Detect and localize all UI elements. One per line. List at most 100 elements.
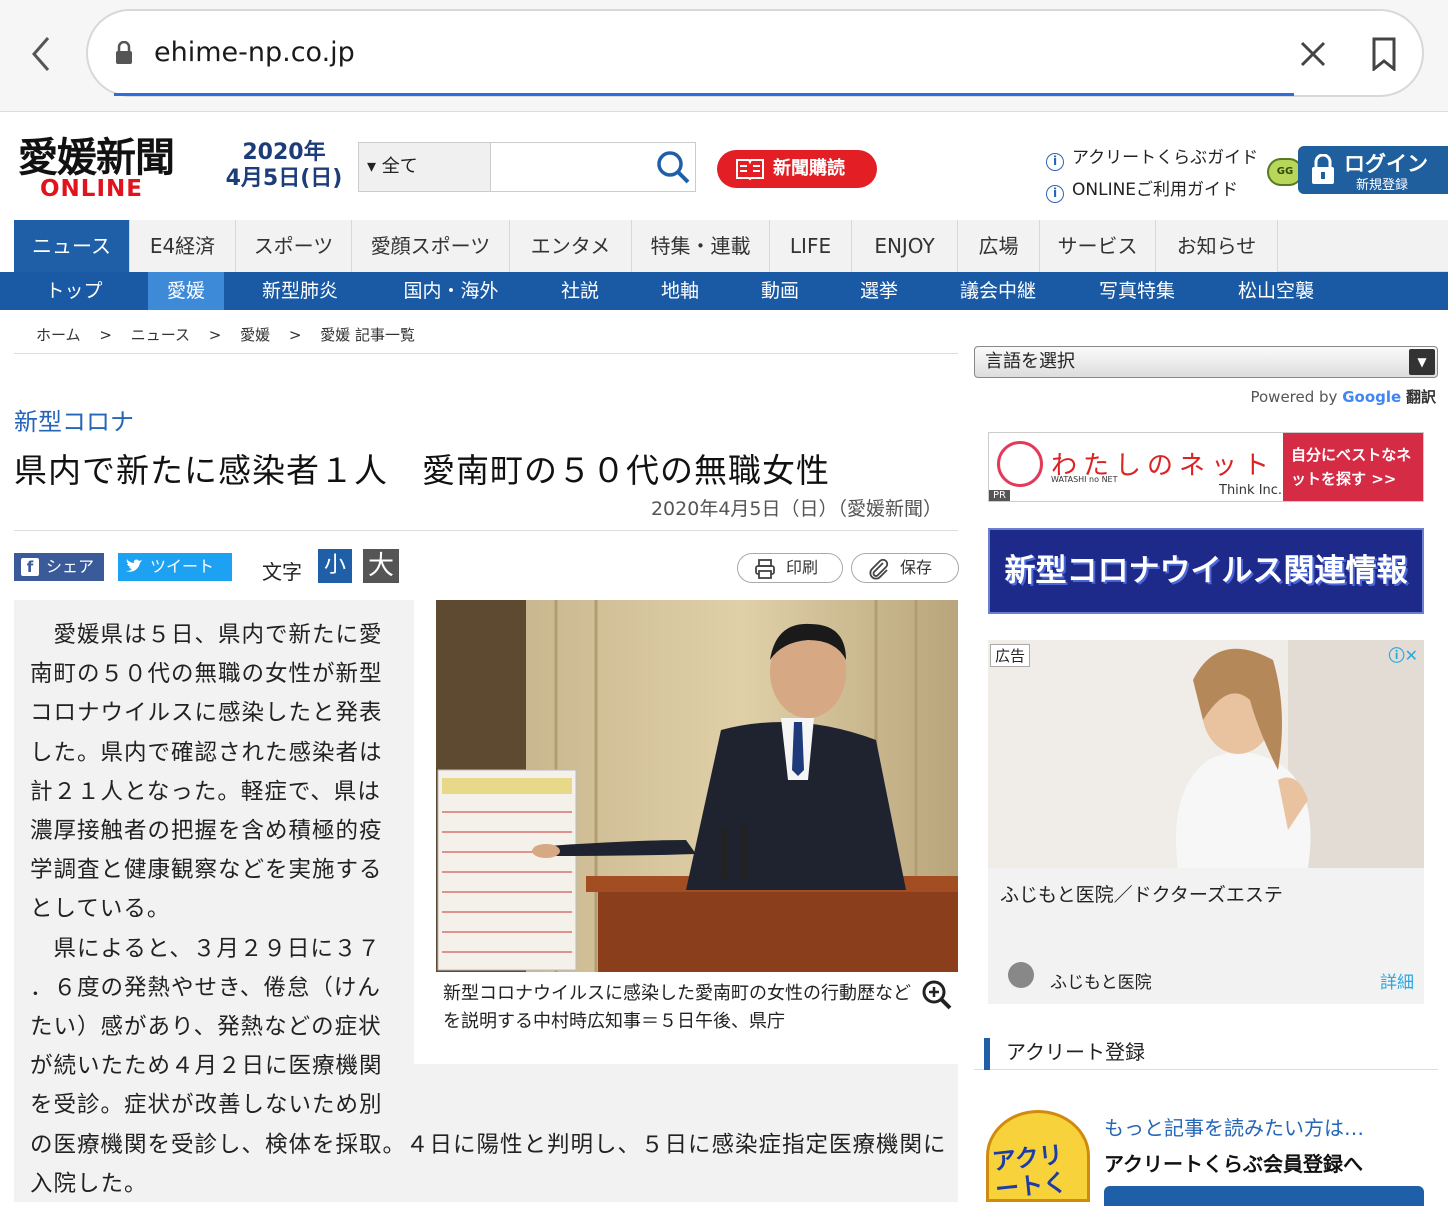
more-articles-link[interactable]: もっと記事を読みたい方は… bbox=[1104, 1112, 1364, 1141]
article-headline: 県内で新たに感染者１人 愛南町の５０代の無職女性 bbox=[14, 451, 830, 490]
subscribe-button[interactable]: 新聞購読 bbox=[717, 150, 877, 188]
url-text: ehime-np.co.jp bbox=[154, 37, 355, 68]
address-bar[interactable]: ehime-np.co.jp bbox=[86, 9, 1424, 97]
search-category-select[interactable]: ▾ 全て bbox=[359, 143, 491, 191]
article-body-line: 入院した。 bbox=[30, 1170, 148, 1197]
info-icon: i bbox=[1046, 185, 1064, 203]
guide-links: i アクリートくらぶガイド i ONLINEご利用ガイド bbox=[1046, 142, 1258, 206]
subnav-item-ehime[interactable]: 愛媛 bbox=[148, 272, 224, 310]
twitter-icon bbox=[125, 558, 143, 576]
breadcrumb: ホーム > ニュース > 愛媛 > 愛媛 記事一覧 bbox=[36, 324, 429, 345]
subnav-item-editorial[interactable]: 社説 bbox=[526, 272, 634, 310]
article-body-line: 計２１人となった。軽症で、県は bbox=[30, 778, 381, 805]
font-large-button[interactable]: 大 bbox=[363, 549, 399, 583]
breadcrumb-separator: > bbox=[208, 326, 222, 344]
guide-link-online[interactable]: i ONLINEご利用ガイド bbox=[1046, 174, 1258, 206]
subnav-item-domestic[interactable]: 国内・海外 bbox=[376, 272, 526, 310]
subnav-item-covid[interactable]: 新型肺炎 bbox=[224, 272, 376, 310]
search-icon[interactable] bbox=[655, 149, 691, 189]
nav-item-enjoy[interactable]: ENJOY bbox=[852, 220, 958, 272]
ad-info-close-icon[interactable]: ⓘ✕ bbox=[1389, 642, 1418, 666]
breadcrumb-home[interactable]: ホーム bbox=[36, 326, 81, 344]
covid-info-banner[interactable]: 新型コロナウイルス関連情報 bbox=[988, 528, 1424, 614]
nav-item-egao-sports[interactable]: 愛顔スポーツ bbox=[352, 220, 510, 272]
google-translate-credit: Powered by Google 翻訳 bbox=[1250, 386, 1436, 407]
watashi-net-logo-icon bbox=[997, 441, 1043, 487]
close-icon[interactable] bbox=[1298, 39, 1328, 73]
article-category[interactable]: 新型コロナ bbox=[14, 402, 134, 437]
globe-icon bbox=[1008, 962, 1034, 988]
ad-fujimoto-clinic[interactable]: 広告 ⓘ✕ ふじもと医院／ドクターズエステ ふじもと医院 詳細 bbox=[988, 640, 1424, 1004]
subnav-item-air-raid[interactable]: 松山空襲 bbox=[1202, 272, 1350, 310]
breadcrumb-ehime-list[interactable]: 愛媛 記事一覧 bbox=[320, 326, 415, 344]
translate-text: 翻訳 bbox=[1405, 388, 1436, 406]
nav-item-features[interactable]: 特集・連載 bbox=[632, 220, 770, 272]
nav-item-notice[interactable]: お知らせ bbox=[1156, 220, 1278, 272]
lock-icon bbox=[1312, 154, 1334, 184]
subnav-item-assembly[interactable]: 議会中継 bbox=[924, 272, 1072, 310]
nav-item-entame[interactable]: エンタメ bbox=[510, 220, 632, 272]
browser-toolbar: ehime-np.co.jp bbox=[0, 0, 1448, 112]
ad-name-romaji: WATASHI no NET bbox=[1051, 475, 1118, 484]
nav-item-e4[interactable]: E4経済 bbox=[130, 220, 236, 272]
ad-image bbox=[988, 640, 1424, 868]
main-nav: ニュース E4経済 スポーツ 愛顔スポーツ エンタメ 特集・連載 LIFE EN… bbox=[14, 220, 1448, 272]
subnav-item-election[interactable]: 選挙 bbox=[834, 272, 924, 310]
article-body-line: ．６度の発熱やせき、倦怠（けん bbox=[30, 974, 381, 1001]
guide-link-acreet[interactable]: i アクリートくらぶガイド bbox=[1046, 142, 1258, 174]
nav-item-news[interactable]: ニュース bbox=[14, 220, 130, 272]
breadcrumb-separator: > bbox=[99, 326, 112, 344]
font-small-button[interactable]: 小 bbox=[318, 549, 352, 583]
acreet-join-button[interactable] bbox=[1104, 1186, 1424, 1206]
tweet-button[interactable]: ツイート bbox=[118, 553, 232, 581]
powered-by-text: Powered by bbox=[1250, 388, 1338, 406]
article-body-line: 愛媛県は５日、県内で新たに愛 bbox=[30, 622, 383, 648]
print-button[interactable]: 印刷 bbox=[737, 553, 843, 583]
nav-item-service[interactable]: サービス bbox=[1040, 220, 1156, 272]
info-icon: i bbox=[1046, 153, 1064, 171]
breadcrumb-news[interactable]: ニュース bbox=[131, 326, 190, 344]
breadcrumb-ehime[interactable]: 愛媛 bbox=[240, 326, 270, 344]
font-size-label: 文字 bbox=[262, 560, 302, 584]
ad-details-link[interactable]: 詳細 bbox=[1380, 968, 1414, 993]
bookmark-icon[interactable] bbox=[1370, 37, 1398, 75]
nav-item-life[interactable]: LIFE bbox=[770, 220, 852, 272]
nav-item-sports[interactable]: スポーツ bbox=[236, 220, 352, 272]
guide-link-online-label: ONLINEご利用ガイド bbox=[1072, 180, 1239, 200]
header-date: 2020年 4月5日(日) bbox=[222, 140, 346, 192]
register-label: 新規登録 bbox=[1356, 178, 1409, 193]
ad-title: ふじもと医院／ドクターズエステ bbox=[1000, 884, 1283, 906]
breadcrumb-separator: > bbox=[288, 326, 302, 344]
subnav-item-chijiku[interactable]: 地軸 bbox=[634, 272, 726, 310]
save-button[interactable]: 保存 bbox=[851, 553, 959, 583]
sub-nav: トップ 愛媛 新型肺炎 国内・海外 社説 地軸 動画 選挙 議会中継 写真特集 … bbox=[0, 272, 1448, 310]
ad-advertiser: ふじもと医院 bbox=[1050, 973, 1152, 993]
newspaper-icon bbox=[736, 159, 764, 180]
save-label: 保存 bbox=[900, 558, 933, 577]
acreet-heading-text: アクリート登録 bbox=[1006, 1040, 1145, 1064]
article-body-line: 濃厚接触者の把握を含め積極的疫 bbox=[30, 818, 383, 845]
divider bbox=[14, 530, 958, 531]
acreet-join-text: アクリートくらぶ会員登録へ bbox=[1104, 1152, 1363, 1176]
acreet-club-logo-text: アクリートくらぶ bbox=[990, 1140, 1069, 1202]
header-date-day: 4月5日(日) bbox=[225, 166, 343, 191]
article-body-line: を受診。症状が改善しないため別 bbox=[30, 1092, 383, 1119]
nav-item-hiroba[interactable]: 広場 bbox=[958, 220, 1040, 272]
language-select-label: 言語を選択 bbox=[985, 351, 1075, 372]
ad-banner-watashi-net[interactable]: わたしのネット WATASHI no NET Think Inc. 自分にベスト… bbox=[988, 432, 1424, 502]
subnav-item-top[interactable]: トップ bbox=[0, 272, 148, 310]
facebook-share-button[interactable]: f シェア bbox=[14, 553, 104, 581]
site-logo[interactable]: 愛媛新聞 ONLINE bbox=[18, 136, 208, 206]
ad-company: Think Inc. bbox=[1219, 483, 1283, 498]
pr-badge: PR bbox=[989, 490, 1010, 501]
subnav-item-video[interactable]: 動画 bbox=[726, 272, 834, 310]
divider bbox=[14, 353, 958, 354]
subnav-item-photos[interactable]: 写真特集 bbox=[1072, 272, 1202, 310]
tweet-label: ツイート bbox=[150, 557, 215, 576]
login-button[interactable]: ログイン 新規登録 bbox=[1298, 146, 1448, 194]
article-body-line: の医療機関を受診し、検体を採取。４日に陽性と判明し、５日に感染症指定医療機関に bbox=[30, 1131, 947, 1158]
language-select[interactable]: 言語を選択 ▼ bbox=[974, 346, 1438, 378]
ad-cta: 自分にベストなネットを探す >> bbox=[1283, 433, 1423, 501]
back-icon[interactable] bbox=[26, 34, 58, 74]
acreet-club-logo[interactable]: アクリートくらぶ bbox=[986, 1110, 1090, 1202]
